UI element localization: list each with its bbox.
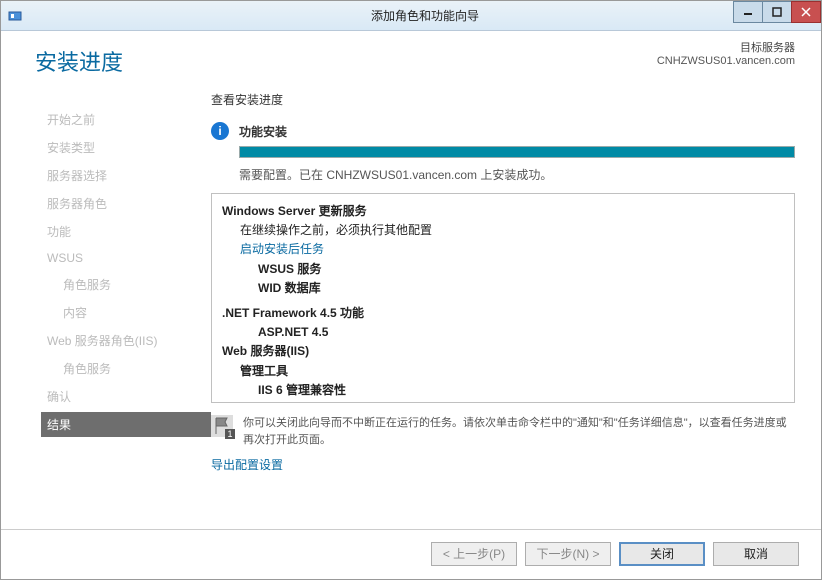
result-header: Web 服务器(IIS) <box>222 342 784 361</box>
result-item: WID 数据库 <box>222 279 784 298</box>
result-item: ASP.NET 4.5 <box>222 323 784 342</box>
destination-info: 目标服务器 CNHZWSUS01.vancen.com <box>657 39 795 67</box>
window-controls <box>734 1 821 23</box>
export-config-link[interactable]: 导出配置设置 <box>211 456 283 473</box>
flag-info-text: 你可以关闭此向导而不中断正在运行的任务。请依次单击命令栏中的"通知"和"任务详细… <box>243 415 795 448</box>
nav-item: 服务器角色 <box>41 191 211 216</box>
app-icon <box>7 8 23 24</box>
nav-item: WSUS <box>41 247 211 269</box>
dest-server: CNHZWSUS01.vancen.com <box>657 55 795 67</box>
result-header: .NET Framework 4.5 功能 <box>222 304 784 323</box>
info-icon: i <box>211 122 229 140</box>
result-item: IIS 6 管理兼容性 <box>222 381 784 400</box>
title-bar: 添加角色和功能向导 <box>1 1 821 31</box>
section-title: 查看安装进度 <box>211 91 795 108</box>
nav-item: 功能 <box>41 219 211 244</box>
launch-post-install-link[interactable]: 启动安装后任务 <box>222 240 784 259</box>
install-label: 功能安装 <box>239 123 287 140</box>
nav-item-active: 结果 <box>41 412 211 437</box>
cancel-button[interactable]: 取消 <box>713 542 799 566</box>
window-title: 添加角色和功能向导 <box>29 7 821 24</box>
previous-button: < 上一步(P) <box>431 542 517 566</box>
dest-label: 目标服务器 <box>657 39 795 55</box>
close-wizard-button[interactable]: 关闭 <box>619 542 705 566</box>
sidebar: 安装进度 开始之前安装类型服务器选择服务器角色功能WSUS角色服务内容Web 服… <box>1 31 211 529</box>
result-item: 管理工具 <box>222 362 784 381</box>
flag-icon <box>211 415 233 437</box>
next-button: 下一步(N) > <box>525 542 611 566</box>
page-heading: 安装进度 <box>35 45 211 77</box>
main-panel: 目标服务器 CNHZWSUS01.vancen.com 查看安装进度 i 功能安… <box>211 31 821 529</box>
nav-item: 开始之前 <box>41 107 211 132</box>
result-item: IIS 6 元数据库兼容性 <box>222 400 784 403</box>
nav-item: 角色服务 <box>41 356 211 381</box>
nav-item: 内容 <box>41 300 211 325</box>
result-header: Windows Server 更新服务 <box>222 202 784 221</box>
progress-bar <box>239 146 795 158</box>
result-note: 在继续操作之前，必须执行其他配置 <box>222 221 784 240</box>
maximize-button[interactable] <box>762 1 792 23</box>
result-item: WSUS 服务 <box>222 260 784 279</box>
minimize-button[interactable] <box>733 1 763 23</box>
nav-item: 服务器选择 <box>41 163 211 188</box>
status-text: 需要配置。已在 CNHZWSUS01.vancen.com 上安装成功。 <box>239 166 795 183</box>
footer-buttons: < 上一步(P) 下一步(N) > 关闭 取消 <box>1 529 821 577</box>
close-button[interactable] <box>791 1 821 23</box>
results-box[interactable]: Windows Server 更新服务 在继续操作之前，必须执行其他配置 启动安… <box>211 193 795 403</box>
nav-item: Web 服务器角色(IIS) <box>41 328 211 353</box>
nav-item: 确认 <box>41 384 211 409</box>
nav-item: 角色服务 <box>41 272 211 297</box>
nav-item: 安装类型 <box>41 135 211 160</box>
